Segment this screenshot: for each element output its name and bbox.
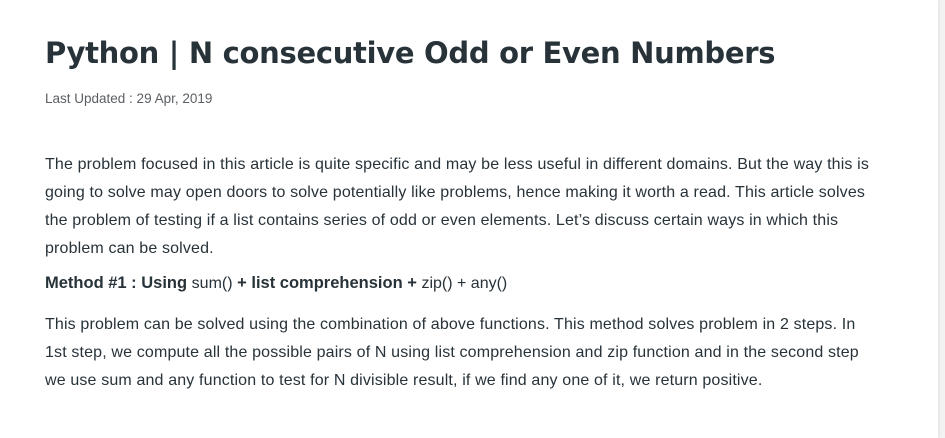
code-zip: zip() [421, 275, 453, 292]
code-sum: sum() [191, 275, 233, 292]
intro-paragraph: The problem focused in this article is q… [45, 156, 870, 257]
article-title: Python | N consecutive Odd or Even Numbe… [45, 36, 776, 70]
method-description-paragraph: This problem can be solved using the com… [45, 316, 859, 389]
page: Python | N consecutive Odd or Even Numbe… [0, 0, 938, 438]
last-updated-date: Last Updated : 29 Apr, 2019 [45, 91, 213, 106]
method-heading: Method #1 : Using sum() + list comprehen… [45, 274, 507, 293]
method-heading-plus: + [452, 275, 471, 292]
method-heading-prefix: Method #1 : Using [45, 274, 192, 292]
method-heading-mid: + list comprehension + [232, 274, 422, 292]
code-any: any() [470, 275, 508, 292]
